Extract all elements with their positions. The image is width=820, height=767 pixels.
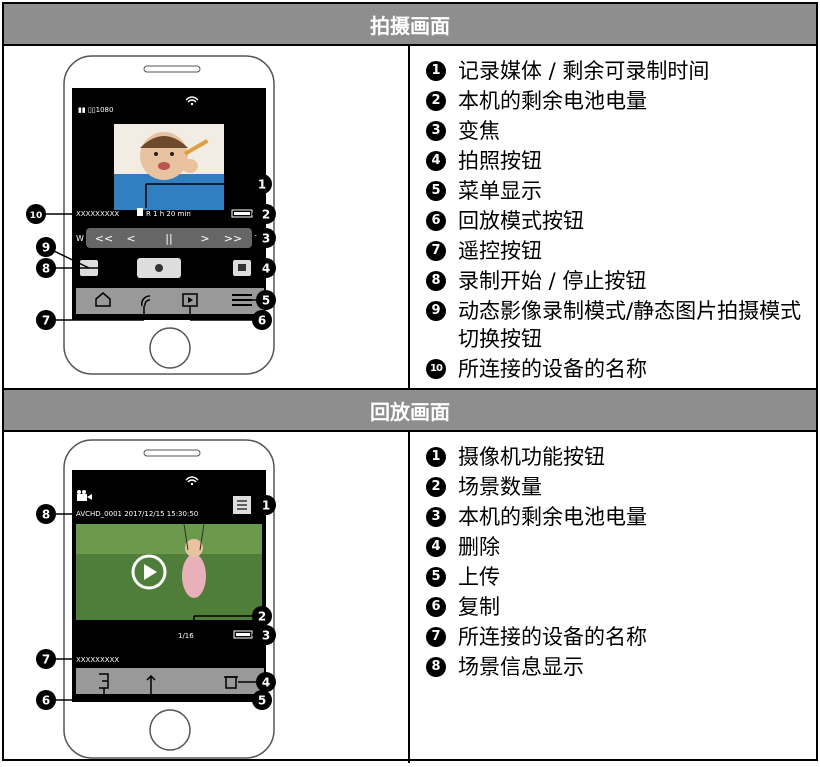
- legend-number: 2: [426, 477, 446, 497]
- svg-text:2: 2: [258, 610, 266, 624]
- svg-text:7: 7: [42, 314, 50, 328]
- legend-item: 1 摄像机功能按钮: [426, 443, 647, 471]
- playback-legend-list: 1 摄像机功能按钮 2 场景数量 3 本机的剩余电池电量 4 删除 5 上传 6 复制 7所…: [426, 443, 647, 683]
- legend-number: 8: [426, 271, 446, 291]
- legend-item: 7 所连接的设备的名称: [426, 623, 647, 651]
- svg-text:8: 8: [42, 262, 50, 276]
- legend-item: 4 拍照按钮: [426, 147, 816, 175]
- legend-item: 10 所连接的设备的名称: [426, 355, 816, 383]
- legend-number: 8: [426, 657, 446, 677]
- svg-text:4: 4: [262, 676, 270, 690]
- baby-photo: [114, 124, 224, 210]
- svg-text:4: 4: [262, 262, 270, 276]
- legend-item: 1 记录媒体 / 剩余可录制时间: [426, 57, 816, 85]
- legend-text: 摄像机功能按钮: [458, 445, 605, 469]
- legend-item: 2 场景数量: [426, 473, 647, 501]
- column-divider: [408, 430, 410, 763]
- legend-text: 菜单显示: [458, 179, 542, 203]
- legend-number: 6: [426, 597, 446, 617]
- legend-number: 1: [426, 61, 446, 81]
- legend-item: 9 动态影像录制模式/静态图片拍摄模式切换按钮: [426, 297, 816, 353]
- scene-count: 1/16: [178, 632, 194, 640]
- legend-item: 3 本机的剩余电池电量: [426, 503, 647, 531]
- svg-text:5: 5: [258, 694, 266, 708]
- legend-item: 5 上传: [426, 563, 647, 591]
- legend-number: 7: [426, 241, 446, 261]
- device-name-label: XXXXXXXXX: [76, 656, 119, 664]
- manual-table: 拍摄画面 ▮▮ ▯▯1080 R 1 h 20 min XXXXXXXXX W …: [2, 2, 818, 763]
- svg-text:3: 3: [262, 232, 270, 246]
- legend-item: 7 遥控按钮: [426, 237, 816, 265]
- legend-number: 6: [426, 211, 446, 231]
- legend-number: 4: [426, 151, 446, 171]
- zoom-tele-button: >: [200, 232, 209, 245]
- svg-text:1: 1: [258, 178, 266, 192]
- playback-video-thumbnail: [76, 523, 262, 620]
- recording-legend-list: 1 记录媒体 / 剩余可录制时间 2 本机的剩余电池电量 3 变焦 4 拍照按钮 5 菜单…: [426, 57, 816, 385]
- legend-text: 记录媒体 / 剩余可录制时间: [458, 59, 710, 83]
- legend-number: 2: [426, 91, 446, 111]
- svg-text:1: 1: [262, 499, 270, 513]
- media-remaining: R 1 h 20 min: [146, 210, 191, 218]
- zoom-w-label: W: [76, 234, 84, 243]
- legend-text: 场景数量: [458, 475, 542, 499]
- zoom-fast-wide-button: <<: [95, 232, 113, 245]
- legend-item: 8 录制开始 / 停止按钮: [426, 267, 816, 295]
- section-title-playback: 回放画面: [4, 388, 816, 432]
- svg-text:6: 6: [42, 694, 50, 708]
- svg-text:10: 10: [30, 211, 43, 221]
- legend-item: 2 本机的剩余电池电量: [426, 87, 816, 115]
- legend-text: 所连接的设备的名称: [458, 625, 647, 649]
- section-title-recording: 拍摄画面: [4, 4, 816, 46]
- legend-text: 上传: [458, 565, 500, 589]
- svg-text:6: 6: [258, 314, 266, 328]
- legend-text: 本机的剩余电池电量: [458, 505, 647, 529]
- legend-text: 复制: [458, 595, 500, 619]
- svg-text:8: 8: [42, 508, 50, 522]
- playback-phone-svg: AVCHD_0001 2017/12/15 15:30:50 1/16 XXXX…: [36, 439, 276, 759]
- device-name-label: XXXXXXXXX: [76, 210, 119, 218]
- legend-item: 6 回放模式按钮: [426, 207, 816, 235]
- legend-number: 1: [426, 447, 446, 467]
- legend-text: 所连接的设备的名称: [458, 357, 647, 381]
- media-icon: [137, 208, 143, 216]
- legend-number: 7: [426, 627, 446, 647]
- legend-text: 回放模式按钮: [458, 209, 584, 233]
- legend-item: 4 删除: [426, 533, 647, 561]
- playback-screen-illustration: AVCHD_0001 2017/12/15 15:30:50 1/16 XXXX…: [4, 430, 408, 763]
- legend-number: 10: [426, 359, 446, 379]
- legend-item: 3 变焦: [426, 117, 816, 145]
- legend-text: 动态影像录制模式/静态图片拍摄模式切换按钮: [458, 299, 802, 351]
- legend-number: 4: [426, 537, 446, 557]
- legend-number: 9: [426, 301, 446, 321]
- legend-item: 5 菜单显示: [426, 177, 816, 205]
- recording-phone-svg: ▮▮ ▯▯1080 R 1 h 20 min XXXXXXXXX W << < …: [26, 55, 276, 375]
- legend-text: 拍照按钮: [458, 149, 542, 173]
- svg-text:2: 2: [262, 208, 270, 222]
- legend-text: 录制开始 / 停止按钮: [458, 269, 647, 293]
- legend-number: 5: [426, 567, 446, 587]
- legend-text: 遥控按钮: [458, 239, 542, 263]
- legend-number: 3: [426, 121, 446, 141]
- zoom-stop-button: ||: [165, 232, 172, 245]
- legend-item: 6 复制: [426, 593, 647, 621]
- legend-text: 场景信息显示: [458, 655, 584, 679]
- legend-text: 删除: [458, 535, 500, 559]
- legend-text: 变焦: [458, 119, 500, 143]
- legend-number: 5: [426, 181, 446, 201]
- svg-text:3: 3: [262, 629, 270, 643]
- top-indicator: ▮▮ ▯▯1080: [78, 106, 113, 114]
- file-info: AVCHD_0001 2017/12/15 15:30:50: [76, 510, 198, 518]
- svg-text:7: 7: [42, 653, 50, 667]
- svg-text:5: 5: [262, 294, 270, 308]
- column-divider: [408, 44, 410, 388]
- svg-text:9: 9: [42, 241, 50, 255]
- zoom-wide-button: <: [126, 232, 135, 245]
- legend-item: 8 场景信息显示: [426, 653, 647, 681]
- legend-number: 3: [426, 507, 446, 527]
- legend-text: 本机的剩余电池电量: [458, 89, 647, 113]
- recording-screen-illustration: ▮▮ ▯▯1080 R 1 h 20 min XXXXXXXXX W << < …: [4, 44, 408, 388]
- zoom-fast-tele-button: >>: [224, 232, 242, 245]
